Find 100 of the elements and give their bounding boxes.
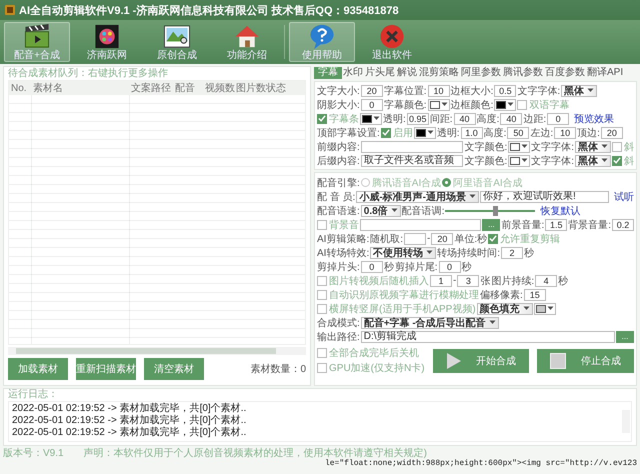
dropdown[interactable]: 颜色填充 <box>476 302 533 314</box>
input-field[interactable]: D:\剪辑完成 <box>360 330 615 342</box>
column-header[interactable]: 图片数 <box>234 81 264 95</box>
field-label: 秒 <box>384 260 394 274</box>
toolbar-button[interactable]: 原创合成 <box>144 22 210 62</box>
caret-icon <box>546 306 554 311</box>
input-field[interactable]: 50 <box>507 126 530 138</box>
landscape-picture-icon <box>163 23 191 50</box>
input-field[interactable]: 0 <box>360 98 383 110</box>
field-label: 秒 <box>524 246 534 260</box>
slider-thumb[interactable] <box>492 206 498 216</box>
input-field[interactable]: 15 <box>524 288 546 300</box>
color-dropdown[interactable] <box>414 126 436 138</box>
link[interactable]: 试听 <box>614 190 634 204</box>
horizontal-scrollbar[interactable] <box>8 347 306 355</box>
color-dropdown[interactable] <box>494 98 516 110</box>
material-count: 素材数量：0 <box>250 362 306 376</box>
color-dropdown[interactable] <box>360 112 382 124</box>
input-field[interactable]: 40 <box>500 112 522 124</box>
color-dropdown[interactable] <box>508 140 530 152</box>
field-label: 剪掉片头: <box>317 260 360 274</box>
input-field[interactable]: 0 <box>547 112 570 124</box>
play-icon <box>446 352 462 370</box>
field-label: 文字大小: <box>317 84 360 98</box>
group-title: 待合成素材队列：右键执行更多操作 <box>8 68 168 80</box>
toolbar-button[interactable]: 功能介绍 <box>214 22 280 62</box>
input-field[interactable]: 1.5 <box>545 218 568 230</box>
caret-icon <box>507 102 514 107</box>
toolbar-button[interactable]: 退出软件 <box>359 22 425 62</box>
input-field[interactable]: 取子文件夹名或音频 <box>360 154 464 166</box>
input-field[interactable]: 0.5 <box>494 84 516 96</box>
column-header[interactable]: No. <box>9 82 31 94</box>
column-header[interactable]: 状态 <box>264 81 294 95</box>
tab[interactable]: 翻译API <box>586 67 624 79</box>
input-field[interactable]: 20 <box>360 84 383 96</box>
tab[interactable]: 片头尾 <box>364 67 396 79</box>
code-text: le="float:none;width:988px;height:600px"><img src="http://v.ev123 <box>324 459 637 468</box>
tab[interactable]: 水印 <box>342 67 364 79</box>
field-label: 剪掉片尾: <box>394 260 438 274</box>
input-field[interactable]: 40 <box>454 112 476 124</box>
input-field[interactable] <box>404 232 426 244</box>
dropdown[interactable]: 0.8倍 <box>360 204 401 216</box>
column-header[interactable]: 素材名 <box>31 81 129 95</box>
input-field[interactable] <box>360 218 482 230</box>
dropdown[interactable]: 黑体 <box>575 140 611 152</box>
tab[interactable]: 腾讯参数 <box>502 67 544 79</box>
color-dropdown[interactable] <box>534 302 556 314</box>
field-label: AI转场特效: <box>317 246 370 260</box>
field-label: 文字字体: <box>517 84 560 98</box>
column-header[interactable]: 文案路径 <box>129 81 173 95</box>
input-field[interactable]: 0 <box>438 260 461 272</box>
tab[interactable]: 阿里参数 <box>460 67 502 79</box>
dropdown[interactable]: 黑体 <box>575 154 611 166</box>
dropdown[interactable]: 配音+字幕 -合成后导出配音 <box>360 316 499 328</box>
input-field[interactable]: 0.2 <box>612 218 634 230</box>
color-dropdown[interactable] <box>428 98 450 110</box>
link[interactable]: 预览效果 <box>574 112 614 126</box>
caret-icon <box>587 88 594 93</box>
dropdown[interactable]: 不使用转场 <box>370 246 436 258</box>
tab[interactable]: 混剪策略 <box>418 67 460 79</box>
link[interactable]: 恢复默认 <box>540 204 580 218</box>
dropdown[interactable]: 小威-标准男声-通用场景 <box>356 190 480 202</box>
column-header[interactable]: 视频数 <box>203 81 234 95</box>
field-label: 文字颜色: <box>464 154 508 168</box>
caret-icon <box>390 208 398 213</box>
input-field[interactable]: 1.0 <box>460 126 483 138</box>
field-label: 透明: <box>436 126 460 140</box>
field-label: 前景音量: <box>501 218 544 232</box>
field-label: 合成模式: <box>317 316 360 330</box>
input-field[interactable]: 1 <box>430 274 452 286</box>
tab[interactable]: 解说 <box>396 67 418 79</box>
input-field[interactable]: 20 <box>600 126 623 138</box>
input-field[interactable]: 4 <box>535 274 558 286</box>
field-label: 背景音量: <box>568 218 611 232</box>
dropdown[interactable]: 黑体 <box>561 84 598 96</box>
tab[interactable]: 百度参数 <box>544 67 586 79</box>
log-line: 2022-05-01 02:19:52 -> 素材加载完毕，共[0]个素材.. <box>12 415 248 426</box>
caret-icon <box>601 158 608 163</box>
input-field[interactable] <box>360 140 464 152</box>
stop-icon <box>550 352 566 368</box>
field-label: 配 音 员: <box>317 190 356 204</box>
column-header[interactable]: 配音 <box>173 81 203 95</box>
field-label: 顶边: <box>577 126 600 140</box>
input-field[interactable]: 0.95 <box>406 112 429 124</box>
input-field[interactable]: 你好，欢迎试听效果! <box>480 190 609 202</box>
field-label: 偏移像素: <box>480 288 523 302</box>
field-label: 字幕位置: <box>384 84 427 98</box>
input-field[interactable]: 10 <box>428 84 450 96</box>
toolbar-button[interactable]: 济南跃网 <box>74 22 140 62</box>
film-reel-icon <box>93 23 121 50</box>
input-field[interactable]: 20 <box>431 232 454 244</box>
log-line: 2022-05-01 02:19:52 -> 素材加载完毕，共[0]个素材.. <box>12 427 248 439</box>
color-dropdown[interactable] <box>508 154 530 166</box>
field-label: 边框颜色: <box>450 98 494 112</box>
input-field[interactable]: 10 <box>554 126 576 138</box>
input-field[interactable]: 2 <box>501 246 524 258</box>
field-label: 边距: <box>523 112 546 126</box>
input-field[interactable]: 0 <box>360 260 383 272</box>
input-field[interactable]: 3 <box>457 274 480 286</box>
log-line: 2022-05-01 02:19:52 -> 素材加载完毕，共[0]个素材.. <box>12 403 248 414</box>
